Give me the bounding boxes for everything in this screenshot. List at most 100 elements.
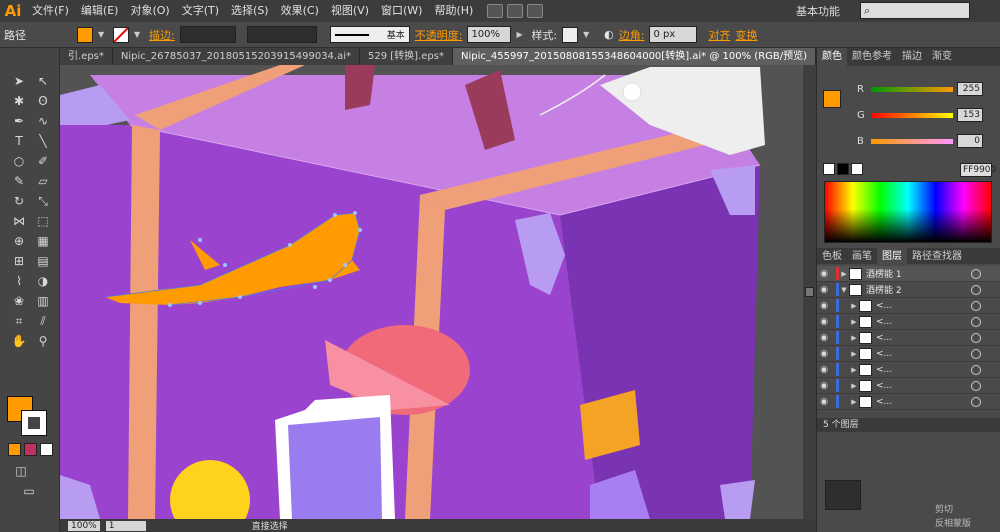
visibility-eye-icon[interactable]: ◉ bbox=[817, 269, 831, 279]
menu-object[interactable]: 对象(O) bbox=[124, 0, 175, 22]
recolor-icon[interactable]: ◐ bbox=[604, 28, 614, 41]
visibility-eye-icon[interactable]: ◉ bbox=[817, 381, 831, 391]
sublayer-row[interactable]: ◉ ▶ <... bbox=[817, 330, 1000, 346]
curvature-tool-icon[interactable]: ∿ bbox=[32, 112, 54, 130]
layer-row[interactable]: ◉ ▶ 酒楞能 1 bbox=[817, 266, 1000, 282]
menu-select[interactable]: 选择(S) bbox=[225, 0, 275, 22]
target-circle-icon[interactable] bbox=[971, 284, 981, 295]
transform-link[interactable]: 变换 bbox=[735, 27, 757, 43]
sublayer-row[interactable]: ◉ ▶ <... bbox=[817, 314, 1000, 330]
clip-label[interactable]: 剪切 bbox=[935, 502, 953, 515]
r-value-field[interactable]: 255 bbox=[957, 82, 983, 96]
stroke-label[interactable]: 描边: bbox=[149, 27, 175, 43]
target-circle-icon[interactable] bbox=[971, 300, 981, 311]
opacity-field[interactable]: 100% bbox=[467, 26, 512, 43]
gradient-tool-icon[interactable]: ▤ bbox=[32, 252, 54, 270]
zoom-tool-icon[interactable]: ⚲ bbox=[32, 332, 54, 350]
expand-arrow-icon[interactable]: ▶ bbox=[849, 398, 859, 406]
tab-document-active[interactable]: Nipic_455997_20150808155348604000[转换].ai… bbox=[452, 48, 817, 65]
panel-fill-swatch[interactable] bbox=[823, 90, 841, 108]
chevron-right-icon[interactable]: ▶ bbox=[516, 30, 526, 40]
hand-tool-icon[interactable]: ✋ bbox=[8, 332, 30, 350]
visibility-eye-icon[interactable]: ◉ bbox=[817, 301, 831, 311]
ellipse-tool-icon[interactable]: ○ bbox=[8, 152, 30, 170]
eraser-icon[interactable]: ▱ bbox=[32, 172, 54, 190]
direct-selection-tool-icon[interactable]: ↖ bbox=[32, 72, 54, 90]
artboard-canvas[interactable] bbox=[60, 65, 803, 519]
column-graph-icon[interactable]: ▥ bbox=[32, 292, 54, 310]
vertical-scrollbar[interactable] bbox=[803, 65, 816, 519]
width-tool-icon[interactable]: ⋈ bbox=[8, 212, 30, 230]
line-tool-icon[interactable]: ╲ bbox=[32, 132, 54, 150]
corner-label[interactable]: 边角: bbox=[619, 27, 645, 43]
expand-arrow-icon[interactable]: ▶ bbox=[849, 366, 859, 374]
sublayer-row[interactable]: ◉ ▶ <... bbox=[817, 298, 1000, 314]
tab-brushes[interactable]: 画笔 bbox=[847, 248, 877, 264]
lasso-icon[interactable]: ʘ bbox=[32, 92, 54, 110]
tab-document-1[interactable]: 引.eps* bbox=[60, 48, 113, 65]
expand-arrow-icon[interactable]: ▶ bbox=[849, 302, 859, 310]
artboard-tool-icon[interactable]: ⌗ bbox=[8, 312, 30, 330]
sublayer-row[interactable]: ◉ ▶ <... bbox=[817, 394, 1000, 410]
target-circle-icon[interactable] bbox=[971, 316, 981, 327]
layer-name[interactable]: <... bbox=[876, 317, 892, 327]
variable-width-field[interactable] bbox=[246, 26, 317, 43]
scroll-thumb[interactable] bbox=[805, 287, 814, 297]
tab-color-guide[interactable]: 颜色参考 bbox=[847, 48, 897, 66]
eyedropper-icon[interactable]: ⌇ bbox=[8, 272, 30, 290]
g-slider[interactable] bbox=[871, 112, 953, 118]
menu-file[interactable]: 文件(F) bbox=[26, 0, 75, 22]
sublayer-row[interactable]: ◉ ▶ <... bbox=[817, 346, 1000, 362]
chevron-down-icon[interactable]: ▼ bbox=[98, 30, 108, 40]
sublayer-row[interactable]: ◉ ▶ <... bbox=[817, 362, 1000, 378]
expand-arrow-icon[interactable]: ▶ bbox=[849, 318, 859, 326]
help-search-input[interactable]: ⌕ bbox=[860, 2, 970, 19]
hex-field[interactable]: FF9900 bbox=[960, 163, 996, 177]
graphic-style-swatch[interactable] bbox=[562, 26, 579, 43]
pen-tool-icon[interactable]: ✒ bbox=[8, 112, 30, 130]
workspace-switcher[interactable]: 基本功能 bbox=[796, 3, 840, 19]
type-tool-icon[interactable]: T bbox=[8, 132, 30, 150]
expand-arrow-icon[interactable]: ▶ bbox=[849, 382, 859, 390]
layer-name[interactable]: <... bbox=[876, 381, 892, 391]
opacity-label[interactable]: 不透明度: bbox=[415, 27, 463, 43]
brush-definition[interactable]: 基本 bbox=[329, 26, 410, 43]
mesh-tool-icon[interactable]: ⊞ bbox=[8, 252, 30, 270]
none-mode-button[interactable] bbox=[40, 443, 53, 456]
none-swatch[interactable] bbox=[823, 163, 835, 175]
stroke-color-box[interactable] bbox=[21, 410, 47, 436]
white-swatch[interactable] bbox=[851, 163, 863, 175]
symbol-sprayer-icon[interactable]: ❀ bbox=[8, 292, 30, 310]
rotate-icon[interactable]: ↻ bbox=[8, 192, 30, 210]
color-mode-button[interactable] bbox=[8, 443, 21, 456]
layer-name[interactable]: <... bbox=[876, 365, 892, 375]
tab-gradient[interactable]: 渐变 bbox=[927, 48, 957, 66]
g-value-field[interactable]: 153 bbox=[957, 108, 983, 122]
shape-builder-icon[interactable]: ⊕ bbox=[8, 232, 30, 250]
b-slider[interactable] bbox=[871, 138, 953, 144]
zoom-level-field[interactable]: 100% bbox=[68, 520, 100, 531]
free-transform-icon[interactable]: ⬚ bbox=[32, 212, 54, 230]
sublayer-row[interactable]: ◉ ▶ <... bbox=[817, 378, 1000, 394]
menu-effect[interactable]: 效果(C) bbox=[275, 0, 325, 22]
gradient-mode-button[interactable] bbox=[24, 443, 37, 456]
black-swatch[interactable] bbox=[837, 163, 849, 175]
layer-name[interactable]: 酒楞能 1 bbox=[866, 267, 902, 280]
arrange-documents-icon[interactable] bbox=[507, 4, 524, 18]
expand-arrow-icon[interactable]: ▶ bbox=[839, 270, 849, 278]
gpu-icon[interactable] bbox=[527, 4, 544, 18]
visibility-eye-icon[interactable]: ◉ bbox=[817, 333, 831, 343]
expand-arrow-icon[interactable]: ▶ bbox=[849, 334, 859, 342]
color-spectrum[interactable] bbox=[824, 181, 992, 243]
target-circle-icon[interactable] bbox=[971, 332, 981, 343]
layer-name[interactable]: <... bbox=[876, 333, 892, 343]
menu-type[interactable]: 文字(T) bbox=[176, 0, 225, 22]
stroke-weight-field[interactable] bbox=[179, 26, 236, 43]
bridge-icon[interactable] bbox=[487, 4, 504, 18]
layer-name[interactable]: <... bbox=[876, 397, 892, 407]
target-circle-icon[interactable] bbox=[971, 268, 981, 279]
paintbrush-icon[interactable]: ✐ bbox=[32, 152, 54, 170]
draw-mode-icon[interactable]: ◫ bbox=[10, 462, 32, 480]
visibility-eye-icon[interactable]: ◉ bbox=[817, 317, 831, 327]
chevron-down-icon[interactable]: ▼ bbox=[583, 30, 593, 40]
